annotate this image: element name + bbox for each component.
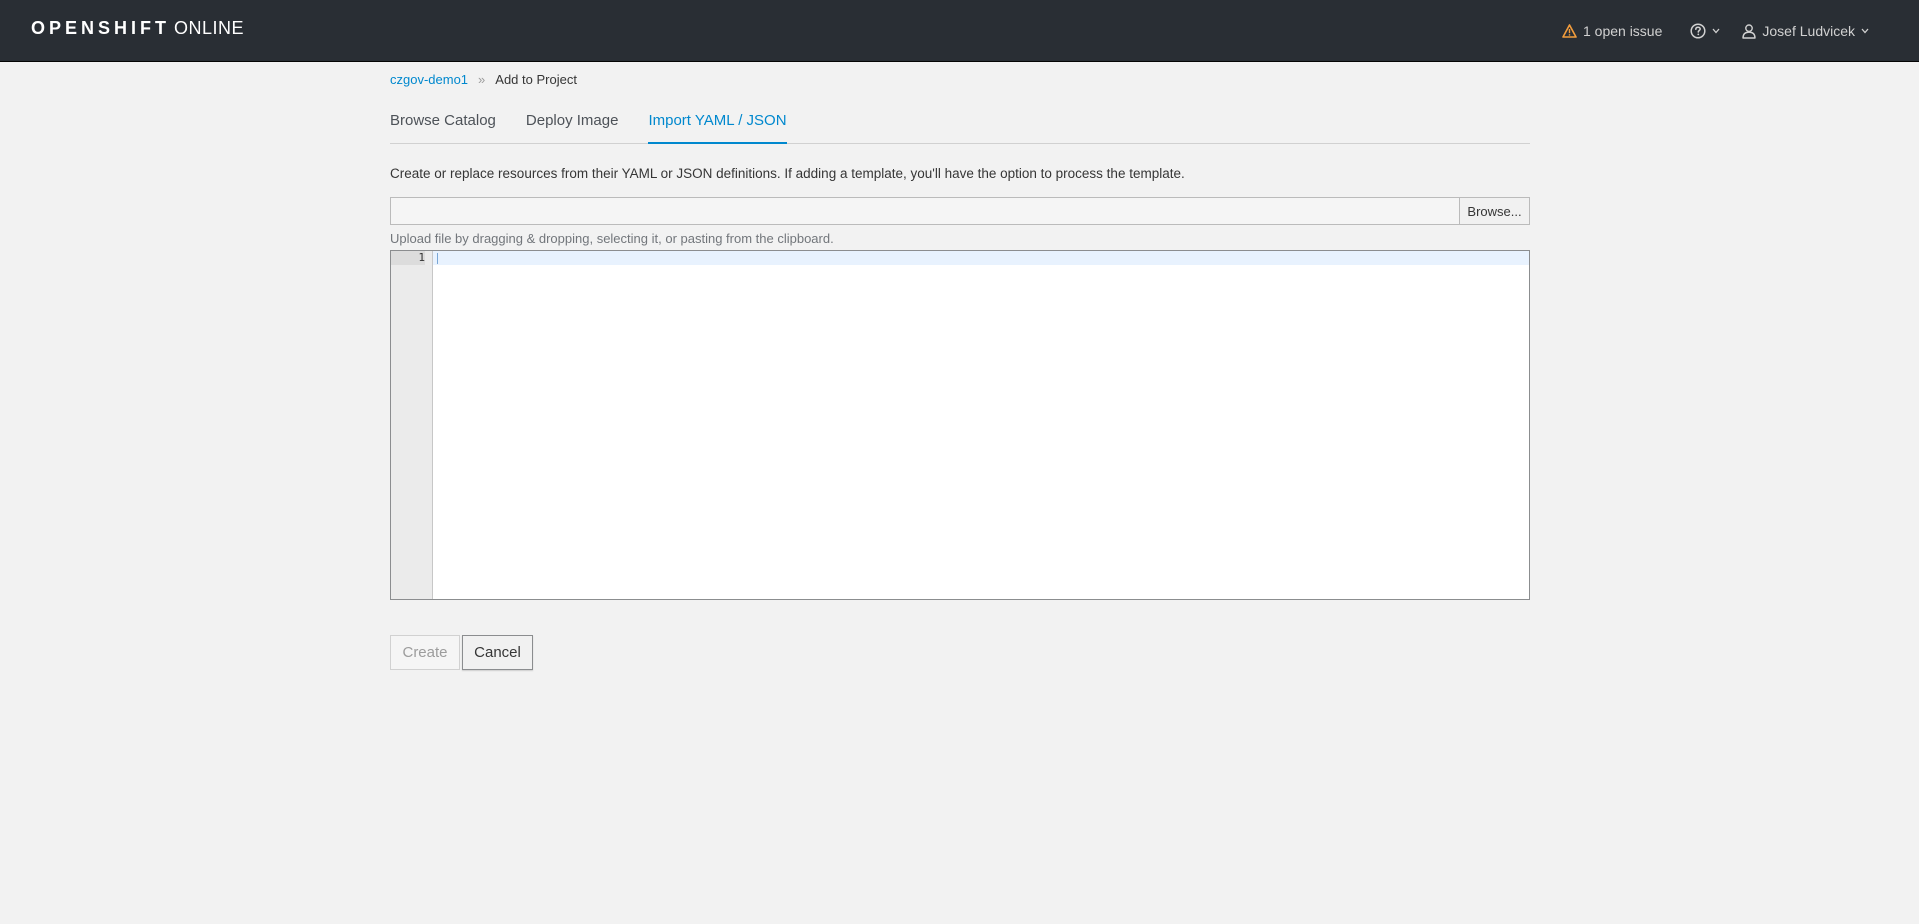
tab-browse-catalog[interactable]: Browse Catalog bbox=[390, 106, 496, 144]
warning-icon bbox=[1562, 24, 1577, 38]
editor-gutter: 1 bbox=[391, 251, 433, 599]
add-to-project-tabs: Browse Catalog Deploy Image Import YAML … bbox=[390, 106, 1530, 144]
form-actions: Create Cancel bbox=[390, 635, 533, 670]
browse-button[interactable]: Browse... bbox=[1459, 197, 1530, 225]
editor-active-line bbox=[433, 251, 1529, 265]
brand-main-text: OPENSHIFT bbox=[31, 18, 171, 38]
user-menu[interactable]: Josef Ludvicek bbox=[1742, 0, 1875, 62]
cancel-button[interactable]: Cancel bbox=[462, 635, 533, 670]
yaml-json-editor[interactable]: 1 bbox=[390, 250, 1530, 600]
masthead: OPENSHIFT ONLINE 1 open issue Josef Ludv… bbox=[0, 0, 1919, 62]
tab-deploy-image[interactable]: Deploy Image bbox=[526, 106, 619, 144]
import-description: Create or replace resources from their Y… bbox=[390, 166, 1185, 181]
brand-logo[interactable]: OPENSHIFT ONLINE bbox=[31, 18, 244, 40]
user-name: Josef Ludvicek bbox=[1762, 23, 1855, 39]
chevron-down-icon bbox=[1712, 28, 1720, 34]
navbar-utility: 1 open issue Josef Ludvicek bbox=[1562, 0, 1919, 62]
brand-sub-text: ONLINE bbox=[174, 18, 245, 38]
upload-hint: Upload file by dragging & dropping, sele… bbox=[390, 231, 834, 246]
file-path-input[interactable] bbox=[390, 197, 1459, 225]
user-icon bbox=[1742, 23, 1757, 39]
help-menu[interactable] bbox=[1690, 0, 1720, 62]
open-issues-label: 1 open issue bbox=[1582, 23, 1663, 39]
file-picker: Browse... bbox=[390, 197, 1530, 225]
text-cursor bbox=[437, 253, 438, 264]
editor-text-area[interactable] bbox=[433, 251, 1529, 599]
breadcrumb-project-link[interactable]: czgov-demo1 bbox=[390, 72, 468, 87]
help-icon bbox=[1690, 23, 1706, 39]
breadcrumb-separator: » bbox=[478, 71, 486, 87]
open-issues-link[interactable]: 1 open issue bbox=[1562, 0, 1662, 62]
line-number: 1 bbox=[391, 251, 425, 265]
tab-import-yaml-json[interactable]: Import YAML / JSON bbox=[648, 106, 787, 144]
chevron-down-icon bbox=[1861, 28, 1869, 34]
create-button[interactable]: Create bbox=[390, 635, 460, 670]
breadcrumb-current: Add to Project bbox=[495, 71, 577, 87]
breadcrumb: czgov-demo1 » Add to Project bbox=[390, 68, 577, 90]
